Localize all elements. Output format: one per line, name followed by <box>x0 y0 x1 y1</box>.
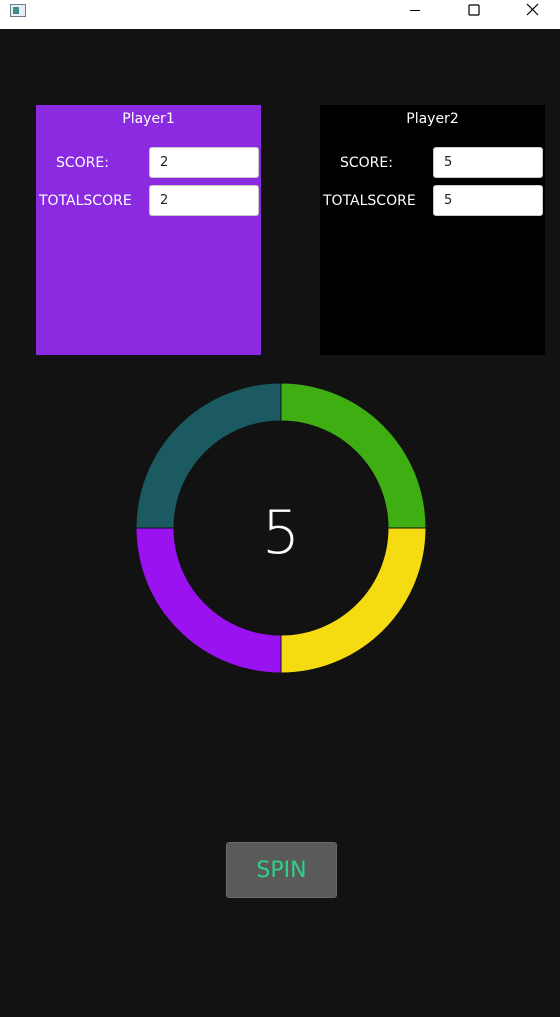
close-button[interactable] <box>502 0 560 29</box>
maximize-button[interactable] <box>444 0 502 29</box>
player1-panel: Player1 SCORE: TOTALSCORE <box>36 105 261 355</box>
spin-button[interactable]: SPIN <box>226 842 337 898</box>
player1-score-field[interactable] <box>149 147 259 178</box>
player1-totalscore-label: TOTALSCORE <box>39 193 132 209</box>
minimize-icon <box>410 10 420 11</box>
player2-score-label: SCORE: <box>340 155 393 171</box>
player2-score-field[interactable] <box>433 147 543 178</box>
player1-score-label: SCORE: <box>56 155 109 171</box>
player1-name: Player1 <box>122 111 175 127</box>
player2-totalscore-label: TOTALSCORE <box>323 193 416 209</box>
maximize-icon <box>468 4 480 16</box>
title-bar <box>0 0 560 29</box>
minimize-button[interactable] <box>386 0 444 29</box>
player2-name: Player2 <box>406 111 459 127</box>
player2-panel: Player2 SCORE: TOTALSCORE <box>320 105 545 355</box>
player2-totalscore-field[interactable] <box>433 185 543 216</box>
spin-result-value: 5 <box>261 498 301 568</box>
close-icon <box>526 3 539 16</box>
player1-totalscore-field[interactable] <box>149 185 259 216</box>
app-icon <box>10 4 26 17</box>
